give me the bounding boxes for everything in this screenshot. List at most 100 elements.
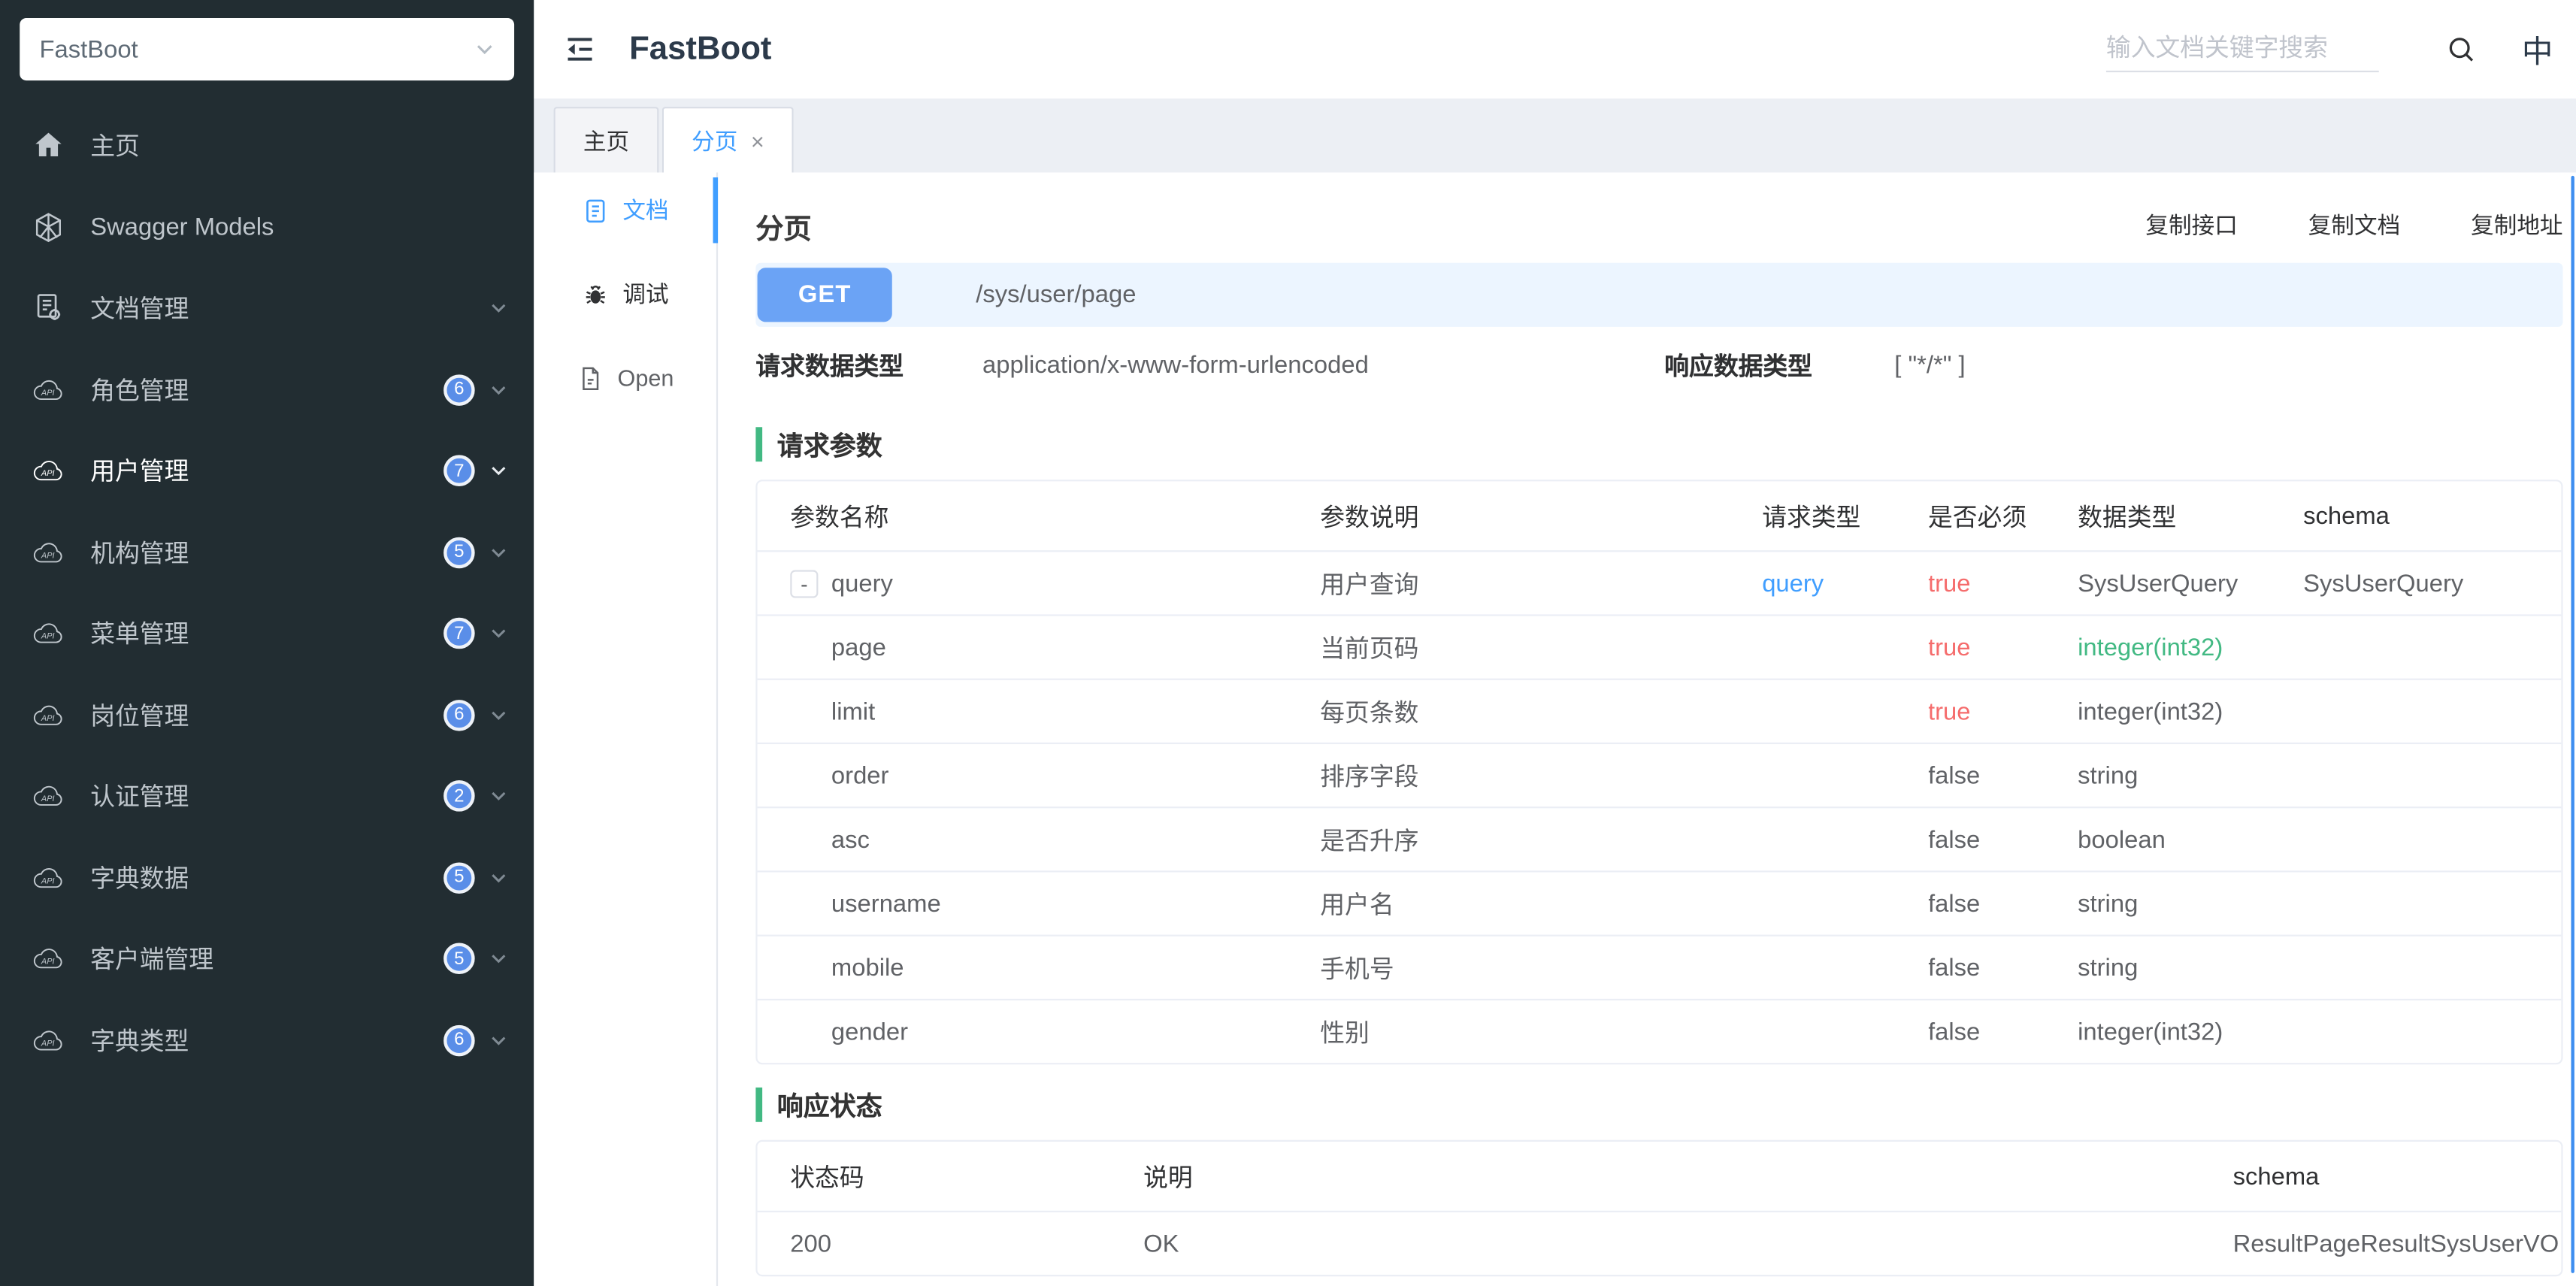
doc-nav-label: 文档 [622, 197, 669, 224]
copy-action-2[interactable]: 复制地址 [2471, 209, 2562, 242]
param-desc: 用户查询 [1320, 570, 1419, 599]
param-desc: 用户名 [1320, 891, 1394, 919]
data-type-link[interactable]: integer(int32) [2078, 633, 2223, 661]
active-indicator [713, 177, 719, 244]
chevron-down-icon [489, 299, 507, 317]
sidebar-item-2[interactable]: 文档管理 [0, 268, 534, 349]
param-req-type: query [1762, 569, 1928, 597]
document-icon [582, 196, 610, 224]
copy-actions: 复制接口 复制文档 复制地址 [2075, 209, 2562, 242]
response-type-value: [ "*/*" ] [1894, 350, 1966, 379]
param-row: order 排序字段 false string [757, 742, 2562, 806]
collapse-toggle[interactable]: - [790, 569, 819, 598]
app-root: FastBoot 主页 Swagger Models 文档管理 API 角色管理… [0, 0, 2576, 1286]
svg-text:API: API [41, 389, 55, 398]
api-cloud-icon: API [32, 779, 66, 814]
param-required: false [1927, 1017, 1981, 1046]
param-required: true [1927, 569, 1971, 598]
count-badge: 7 [443, 618, 475, 649]
search-icon[interactable] [2444, 33, 2478, 66]
sidebar-item-label: 岗位管理 [90, 702, 189, 731]
count-badge: 6 [443, 699, 475, 731]
sidebar-item-5[interactable]: API 机构管理 5 [0, 512, 534, 593]
open-file-icon [577, 364, 604, 392]
home-icon [32, 129, 66, 163]
svg-text:API: API [41, 958, 55, 967]
param-data-type: integer(int32) [2078, 633, 2303, 661]
param-name: page [831, 633, 886, 661]
param-row: mobile 手机号 false string [757, 934, 2562, 999]
count-badge: 5 [443, 537, 475, 568]
doc-nav-item-0[interactable]: 文档 [534, 177, 719, 244]
param-row: username 用户名 false string [757, 870, 2562, 934]
sidebar-item-label: 客户端管理 [90, 946, 214, 975]
count-badge: 6 [443, 374, 475, 406]
param-row: page 当前页码 true integer(int32) [757, 614, 2562, 678]
param-row: gender 性别 false integer(int32) [757, 998, 2562, 1063]
chevron-down-icon [489, 869, 507, 887]
content-area: 文档 调试 Open 分页 复制接口 复制文档 复制地址 GET /sys/user… [534, 172, 2576, 1286]
param-name: order [831, 761, 889, 790]
count-badge: 7 [443, 455, 475, 487]
param-required: true [1927, 697, 1971, 725]
copy-action-0[interactable]: 复制接口 [2145, 209, 2237, 242]
doc-nav-item-2[interactable]: Open [534, 345, 716, 410]
sidebar-item-4[interactable]: API 用户管理 7 [0, 431, 534, 512]
sidebar-item-9[interactable]: API 字典数据 5 [0, 837, 534, 918]
top-navbar: FastBoot 中 [534, 0, 2576, 99]
param-row: limit 每页条数 true integer(int32) [757, 678, 2562, 743]
close-icon[interactable]: × [751, 129, 764, 153]
tab-1[interactable]: 分页 × [661, 107, 795, 173]
endpoint-path: /sys/user/page [976, 280, 1137, 309]
tab-0[interactable]: 主页 [553, 107, 659, 173]
doc-side-nav: 文档 调试 Open [534, 172, 719, 1286]
api-title: 分页 [755, 213, 812, 244]
http-method-badge: GET [757, 268, 892, 322]
api-cloud-icon: API [32, 861, 66, 895]
param-required: false [1927, 889, 1981, 918]
response-status-table: 状态码 说明 schema 200 OK ResultPageResultSysUs… [755, 1139, 2563, 1277]
sidebar-item-6[interactable]: API 菜单管理 7 [0, 593, 534, 674]
sidebar-item-0[interactable]: 主页 [0, 105, 534, 186]
project-select[interactable]: FastBoot [20, 18, 515, 81]
count-badge: 5 [443, 861, 475, 894]
sidebar-item-1[interactable]: Swagger Models [0, 186, 534, 268]
sidebar-item-11[interactable]: API 字典类型 6 [0, 1000, 534, 1081]
api-cloud-icon: API [32, 942, 66, 976]
response-status-section-head: 响应状态 [755, 1086, 2562, 1122]
chevron-down-icon [489, 787, 507, 805]
language-toggle[interactable]: 中 [2522, 27, 2553, 71]
request-params-table: 参数名称 参数说明 请求类型 是否必须 数据类型 schema - query 用户查询… [755, 480, 2563, 1065]
search-input[interactable] [2105, 26, 2379, 73]
sidebar-item-10[interactable]: API 客户端管理 5 [0, 918, 534, 1000]
copy-action-1[interactable]: 复制文档 [2308, 209, 2400, 242]
sidebar-item-7[interactable]: API 岗位管理 6 [0, 674, 534, 755]
sidebar-item-3[interactable]: API 角色管理 6 [0, 349, 534, 430]
param-name: asc [831, 825, 870, 854]
tab-label: 主页 [583, 127, 630, 154]
request-params-section-head: 请求参数 [755, 425, 2562, 461]
req-type-link[interactable]: query [1762, 569, 1824, 597]
api-cloud-icon: API [32, 535, 66, 570]
status-schema: ResultPageResultSysUserVO [2232, 1229, 2559, 1258]
chevron-down-icon [489, 706, 507, 724]
section-accent-bar [755, 1086, 763, 1121]
sidebar-item-label: 文档管理 [90, 295, 189, 325]
sidebar-item-label: 字典类型 [90, 1027, 189, 1056]
doc-manage-icon [32, 291, 66, 325]
param-data-type: boolean [2078, 825, 2166, 854]
sidebar-item-8[interactable]: API 认证管理 2 [0, 755, 534, 837]
collapse-sidebar-icon[interactable] [562, 32, 598, 68]
vertical-scrollbar[interactable] [2571, 175, 2574, 1273]
svg-text:API: API [41, 713, 55, 722]
param-desc: 手机号 [1320, 955, 1394, 984]
api-cloud-icon: API [32, 373, 66, 407]
count-badge: 5 [443, 943, 475, 975]
chevron-down-icon [489, 1031, 507, 1049]
sidebar-menu: 主页 Swagger Models 文档管理 API 角色管理 6 API 用户… [0, 105, 534, 1081]
param-name: username [831, 889, 941, 918]
param-data-type: string [2078, 889, 2139, 918]
doc-nav-item-1[interactable]: 调试 [534, 262, 716, 327]
svg-text:API: API [41, 795, 55, 804]
content-types-row: 请求数据类型 application/x-www-form-urlencoded… [755, 337, 2562, 392]
